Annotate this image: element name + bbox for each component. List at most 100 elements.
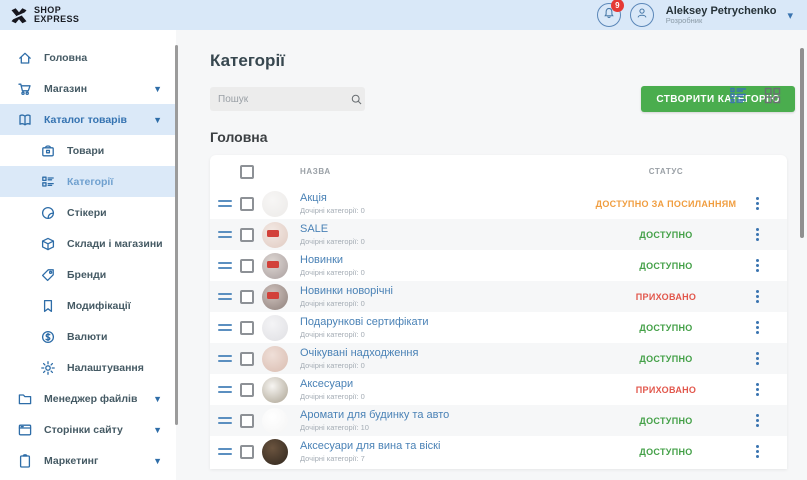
sidebar-item-products[interactable]: Товари ▼ [0, 135, 176, 166]
category-children-count: Дочірні категорії: 0 [300, 392, 605, 401]
drag-handle-icon[interactable] [218, 417, 240, 424]
category-name-link[interactable]: Новинки [300, 254, 605, 267]
sidebar-scrollbar[interactable] [175, 45, 178, 425]
list-view-icon[interactable] [730, 87, 747, 104]
row-checkbox[interactable] [240, 352, 254, 366]
sidebar-item-catalog[interactable]: Каталог товарів ▼ [0, 104, 176, 135]
category-name-link[interactable]: Акція [300, 192, 605, 205]
main-content: Категорії СТВОРИТИ КАТЕГОРІЮ Головна [179, 30, 807, 480]
category-thumbnail [262, 439, 288, 465]
category-name-link[interactable]: Очікувані надходження [300, 347, 605, 360]
currencies-icon [40, 329, 56, 345]
sidebar-item-modifications[interactable]: Модифікації ▼ [0, 290, 176, 321]
drag-handle-icon[interactable] [218, 355, 240, 362]
row-checkbox[interactable] [240, 445, 254, 459]
shop-express-logo[interactable]: SHOP EXPRESS [0, 5, 79, 25]
drag-handle-icon[interactable] [218, 324, 240, 331]
warehouses-icon [40, 236, 56, 252]
row-checkbox[interactable] [240, 290, 254, 304]
kebab-menu-button[interactable] [753, 287, 762, 306]
sidebar-item-stickers[interactable]: Стікери ▼ [0, 197, 176, 228]
search-input[interactable] [218, 94, 350, 105]
category-name-link[interactable]: Новинки новорічні [300, 285, 605, 298]
status-badge: ДОСТУПНО [639, 354, 692, 364]
kebab-menu-button[interactable] [753, 256, 762, 275]
kebab-menu-button[interactable] [753, 194, 762, 213]
person-icon [635, 6, 649, 25]
status-badge: ДОСТУПНО ЗА ПОСИЛАННЯМ [596, 199, 737, 209]
pages-icon [17, 422, 33, 438]
sidebar-item-categories[interactable]: Категорії ▼ [0, 166, 176, 197]
table-header-row: НАЗВА СТАТУС [210, 155, 787, 188]
category-thumbnail [262, 346, 288, 372]
category-name-link[interactable]: Подарункові сертифікати [300, 316, 605, 329]
settings-icon [40, 360, 56, 376]
name-column-header: НАЗВА [300, 167, 605, 176]
category-thumbnail [262, 408, 288, 434]
sidebar-item-settings[interactable]: Налаштування ▼ [0, 352, 176, 383]
kebab-menu-button[interactable] [753, 318, 762, 337]
chevron-down-icon: ▼ [153, 456, 162, 466]
drag-handle-icon[interactable] [218, 386, 240, 393]
user-avatar[interactable] [630, 3, 654, 27]
kebab-menu-button[interactable] [753, 349, 762, 368]
search-box [210, 87, 365, 111]
home-icon [17, 50, 33, 66]
category-name-link[interactable]: Аксесуари для вина та віскі [300, 440, 605, 453]
category-children-count: Дочірні категорії: 7 [300, 454, 605, 463]
row-checkbox[interactable] [240, 383, 254, 397]
table-row: Аромати для будинку та авто Дочірні кате… [210, 405, 787, 436]
sidebar-item-pages[interactable]: Сторінки сайту ▼ [0, 414, 176, 445]
sidebar-item-warehouses[interactable]: Склади і магазини ▼ [0, 228, 176, 259]
sidebar-item-label: Налаштування [67, 362, 144, 374]
select-all-checkbox[interactable] [240, 165, 254, 179]
notifications-button[interactable]: 9 [597, 3, 621, 27]
drag-handle-icon[interactable] [218, 231, 240, 238]
content-scrollbar[interactable] [800, 48, 804, 238]
status-badge: ПРИХОВАНО [636, 385, 696, 395]
sidebar-item-label: Категорії [67, 176, 113, 188]
category-children-count: Дочірні категорії: 10 [300, 423, 605, 432]
modifications-icon [40, 298, 56, 314]
category-name-link[interactable]: SALE [300, 223, 605, 236]
logo-x-icon [9, 5, 29, 25]
sidebar-item-home[interactable]: Головна ▼ [0, 42, 176, 73]
row-checkbox[interactable] [240, 259, 254, 273]
row-checkbox[interactable] [240, 414, 254, 428]
sidebar-item-currencies[interactable]: Валюти ▼ [0, 321, 176, 352]
row-checkbox[interactable] [240, 197, 254, 211]
sidebar-item-label: Товари [67, 145, 104, 157]
search-icon[interactable] [350, 93, 363, 106]
table-row: Новинки новорічні Дочірні категорії: 0 П… [210, 281, 787, 312]
sidebar-item-brands[interactable]: Бренди ▼ [0, 259, 176, 290]
sidebar-item-label: Склади і магазини [67, 238, 163, 250]
user-menu-chevron-icon[interactable]: ▾ [787, 9, 793, 22]
category-children-count: Дочірні категорії: 0 [300, 299, 605, 308]
kebab-menu-button[interactable] [753, 442, 762, 461]
sidebar-item-files[interactable]: Менеджер файлів ▼ [0, 383, 176, 414]
drag-handle-icon[interactable] [218, 293, 240, 300]
row-checkbox[interactable] [240, 321, 254, 335]
sidebar-item-label: Каталог товарів [44, 114, 127, 126]
sidebar-item-store[interactable]: Магазин ▼ [0, 73, 176, 104]
kebab-menu-button[interactable] [753, 380, 762, 399]
sidebar-item-marketing[interactable]: Маркетинг ▼ [0, 445, 176, 476]
row-checkbox[interactable] [240, 228, 254, 242]
drag-handle-icon[interactable] [218, 200, 240, 207]
category-thumbnail [262, 315, 288, 341]
kebab-menu-button[interactable] [753, 225, 762, 244]
grid-view-icon[interactable] [764, 87, 781, 104]
sidebar-item-label: Менеджер файлів [44, 393, 137, 405]
table-row: Подарункові сертифікати Дочірні категорі… [210, 312, 787, 343]
category-name-link[interactable]: Аромати для будинку та авто [300, 409, 605, 422]
drag-handle-icon[interactable] [218, 448, 240, 455]
marketing-icon [17, 453, 33, 469]
page-title: Категорії [210, 51, 795, 71]
products-icon [40, 143, 56, 159]
table-row: SALE Дочірні категорії: 0 ДОСТУПНО [210, 219, 787, 250]
kebab-menu-button[interactable] [753, 411, 762, 430]
drag-handle-icon[interactable] [218, 262, 240, 269]
sidebar-item-label: Бренди [67, 269, 106, 281]
logo-text: SHOP EXPRESS [34, 6, 79, 24]
category-name-link[interactable]: Аксесуари [300, 378, 605, 391]
